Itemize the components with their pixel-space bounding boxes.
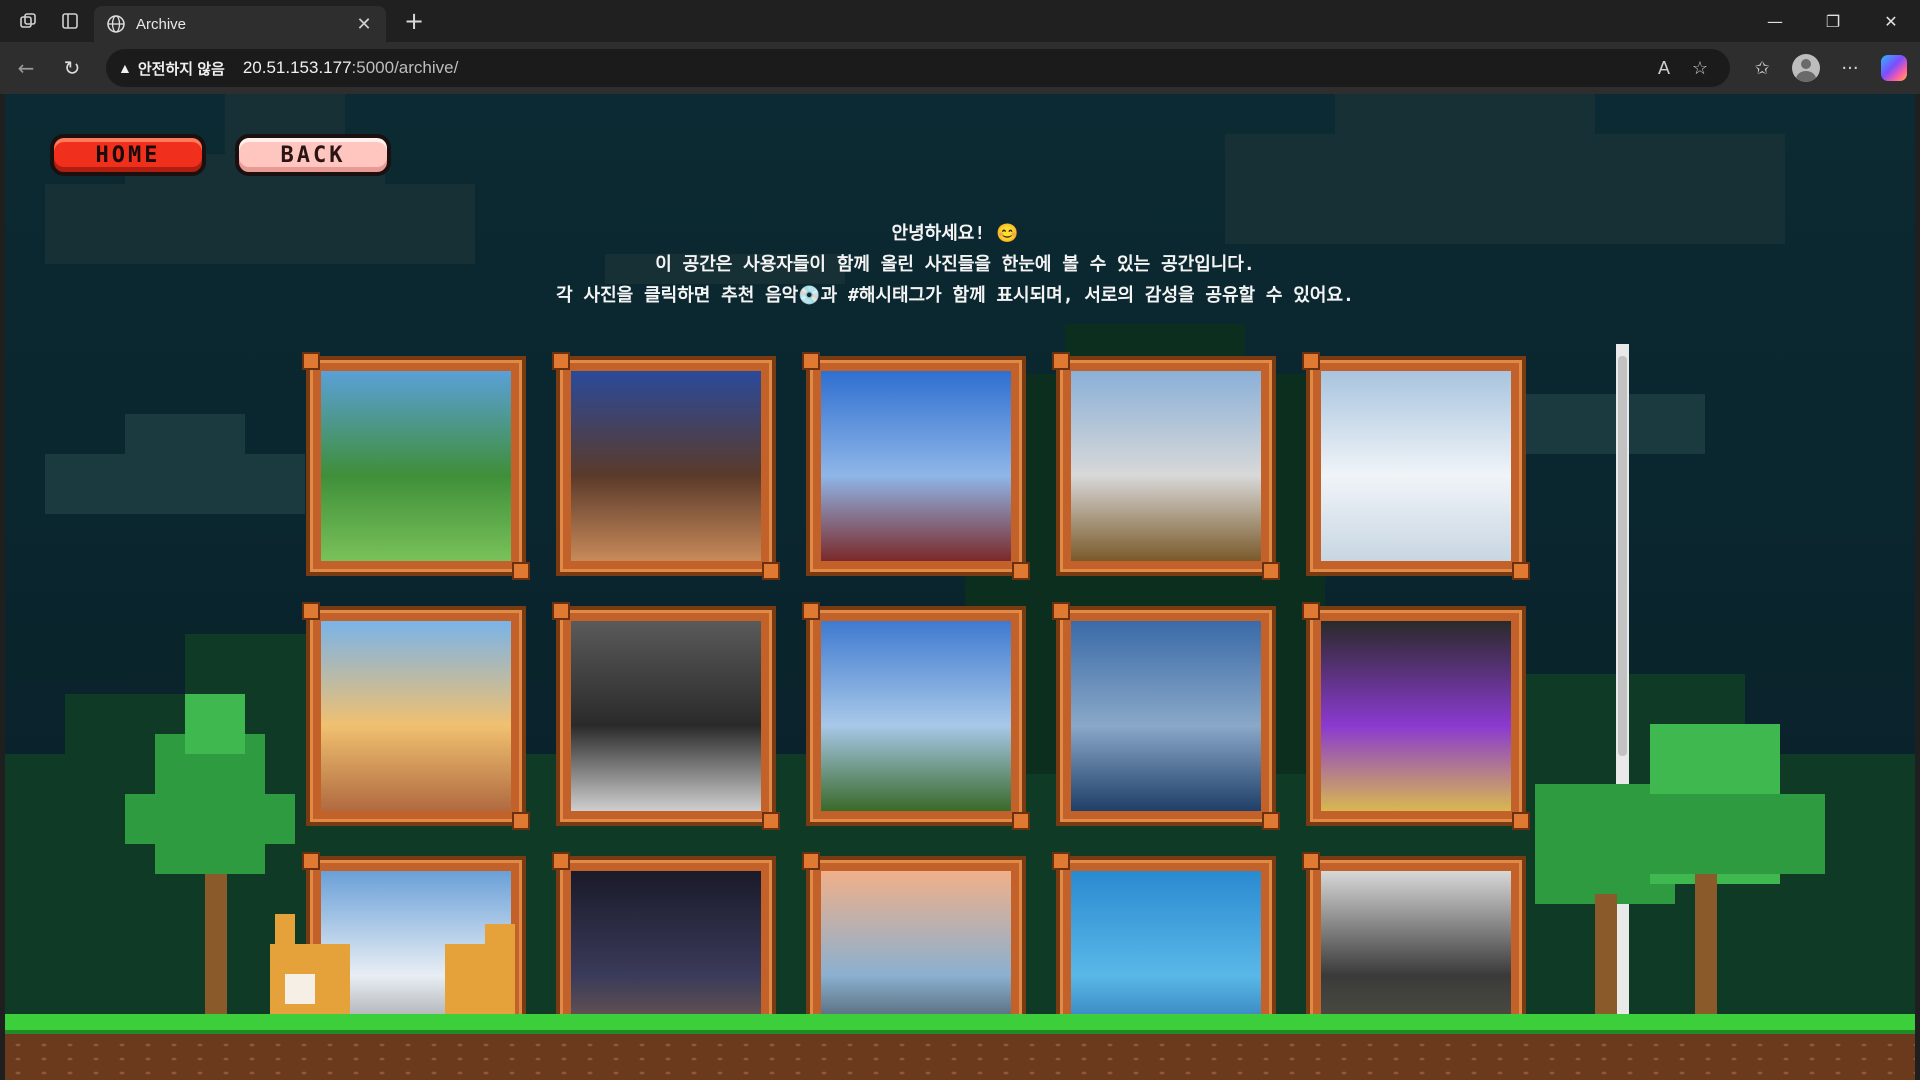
address-bar: ← ↻ ▲ 안전하지 않음 20.51.153.177:5000/archive…	[0, 42, 1920, 94]
new-tab-icon[interactable]: +	[400, 7, 428, 35]
photo-card-sea-bridge[interactable]	[1052, 602, 1280, 830]
url-path: :5000/archive/	[351, 58, 459, 77]
photo-card-town-bus[interactable]	[302, 602, 530, 830]
back-icon[interactable]: ←	[6, 48, 46, 88]
photo-card-mountain-valley[interactable]	[802, 602, 1030, 830]
photo-card-train-station[interactable]	[552, 602, 780, 830]
photo-image	[1071, 621, 1261, 811]
more-icon[interactable]: ···	[1828, 48, 1872, 88]
grass	[5, 1014, 1915, 1034]
security-label: 안전하지 않음	[137, 60, 225, 78]
photo-image	[571, 371, 761, 561]
pixel-tree-trunk	[1695, 874, 1717, 1014]
browser-tab-bar: Archive ✕ + — ❐ ✕	[0, 0, 1920, 42]
restore-icon[interactable]: ❐	[1804, 0, 1862, 42]
globe-icon	[106, 14, 126, 34]
pixel-cloud	[1335, 94, 1595, 144]
ground-texture	[5, 1038, 1915, 1080]
copilot-icon[interactable]	[1872, 48, 1916, 88]
intro-instructions: 각 사진을 클릭하면 추천 음악💿과 #해시태그가 함께 표시되며, 서로의 감…	[556, 285, 1354, 306]
photo-image	[1071, 371, 1261, 561]
photo-card-purple-tower[interactable]	[1302, 602, 1530, 830]
intro-greeting: 안녕하세요! 😊	[891, 223, 1019, 244]
photo-card-ferris-wheel[interactable]	[802, 352, 1030, 580]
reload-icon[interactable]: ↻	[52, 48, 92, 88]
favorite-star-icon[interactable]: ☆	[1682, 58, 1718, 79]
pixel-cat	[285, 974, 315, 1004]
photo-image	[1321, 371, 1511, 561]
pixel-tree-trunk	[1595, 894, 1617, 1014]
photo-image	[321, 371, 511, 561]
vertical-tabs-icon[interactable]	[56, 7, 84, 35]
photo-card-city-towers[interactable]	[552, 352, 780, 580]
intro-description: 이 공간은 사용자들이 함께 올린 사진들을 한눈에 볼 수 있는 공간입니다.	[655, 254, 1255, 275]
url-input[interactable]: ▲ 안전하지 않음 20.51.153.177:5000/archive/ A …	[106, 49, 1730, 87]
pixel-cat	[445, 944, 515, 1014]
security-indicator[interactable]: ▲ 안전하지 않음	[118, 58, 243, 79]
archive-page: HOME BACK 안녕하세요! 😊 이 공간은 사용자들이 함께 올린 사진들…	[5, 94, 1915, 1080]
workspaces-icon[interactable]	[14, 7, 42, 35]
close-icon[interactable]: ✕	[354, 14, 374, 35]
photo-image	[821, 621, 1011, 811]
warning-icon: ▲	[118, 60, 132, 76]
profile-avatar[interactable]	[1784, 48, 1828, 88]
pixel-tree	[185, 694, 245, 754]
back-button[interactable]: BACK	[235, 134, 391, 176]
read-aloud-icon[interactable]: A	[1646, 58, 1682, 79]
home-button[interactable]: HOME	[50, 134, 206, 176]
pixel-cloud	[125, 414, 245, 464]
favorites-icon[interactable]: ✩	[1740, 48, 1784, 88]
photo-card-snowy-stream[interactable]	[1052, 352, 1280, 580]
photo-card-lake-forest[interactable]	[302, 352, 530, 580]
photo-card-snow-mountain[interactable]	[1302, 352, 1530, 580]
window-controls: — ❐ ✕	[1746, 0, 1920, 42]
pixel-tree-trunk	[205, 874, 227, 1014]
pixel-tree	[125, 794, 295, 844]
tab-archive[interactable]: Archive ✕	[94, 6, 386, 42]
pixel-cat	[275, 914, 295, 954]
photo-image	[571, 621, 761, 811]
url-text: 20.51.153.177:5000/archive/	[243, 58, 1646, 78]
window-close-icon[interactable]: ✕	[1862, 0, 1920, 42]
photo-image	[1321, 621, 1511, 811]
photo-image	[821, 371, 1011, 561]
scrollbar-thumb[interactable]	[1618, 356, 1627, 756]
pixel-tree	[1625, 794, 1825, 874]
toolbar-icons: ✩ ···	[1740, 48, 1916, 88]
intro-text: 안녕하세요! 😊 이 공간은 사용자들이 함께 올린 사진들을 한눈에 볼 수 …	[5, 218, 1905, 311]
tab-title: Archive	[136, 15, 187, 33]
pixel-cat	[485, 924, 515, 954]
url-host: 20.51.153.177	[242, 58, 352, 77]
minimize-icon[interactable]: —	[1746, 0, 1804, 42]
photo-image	[321, 621, 511, 811]
